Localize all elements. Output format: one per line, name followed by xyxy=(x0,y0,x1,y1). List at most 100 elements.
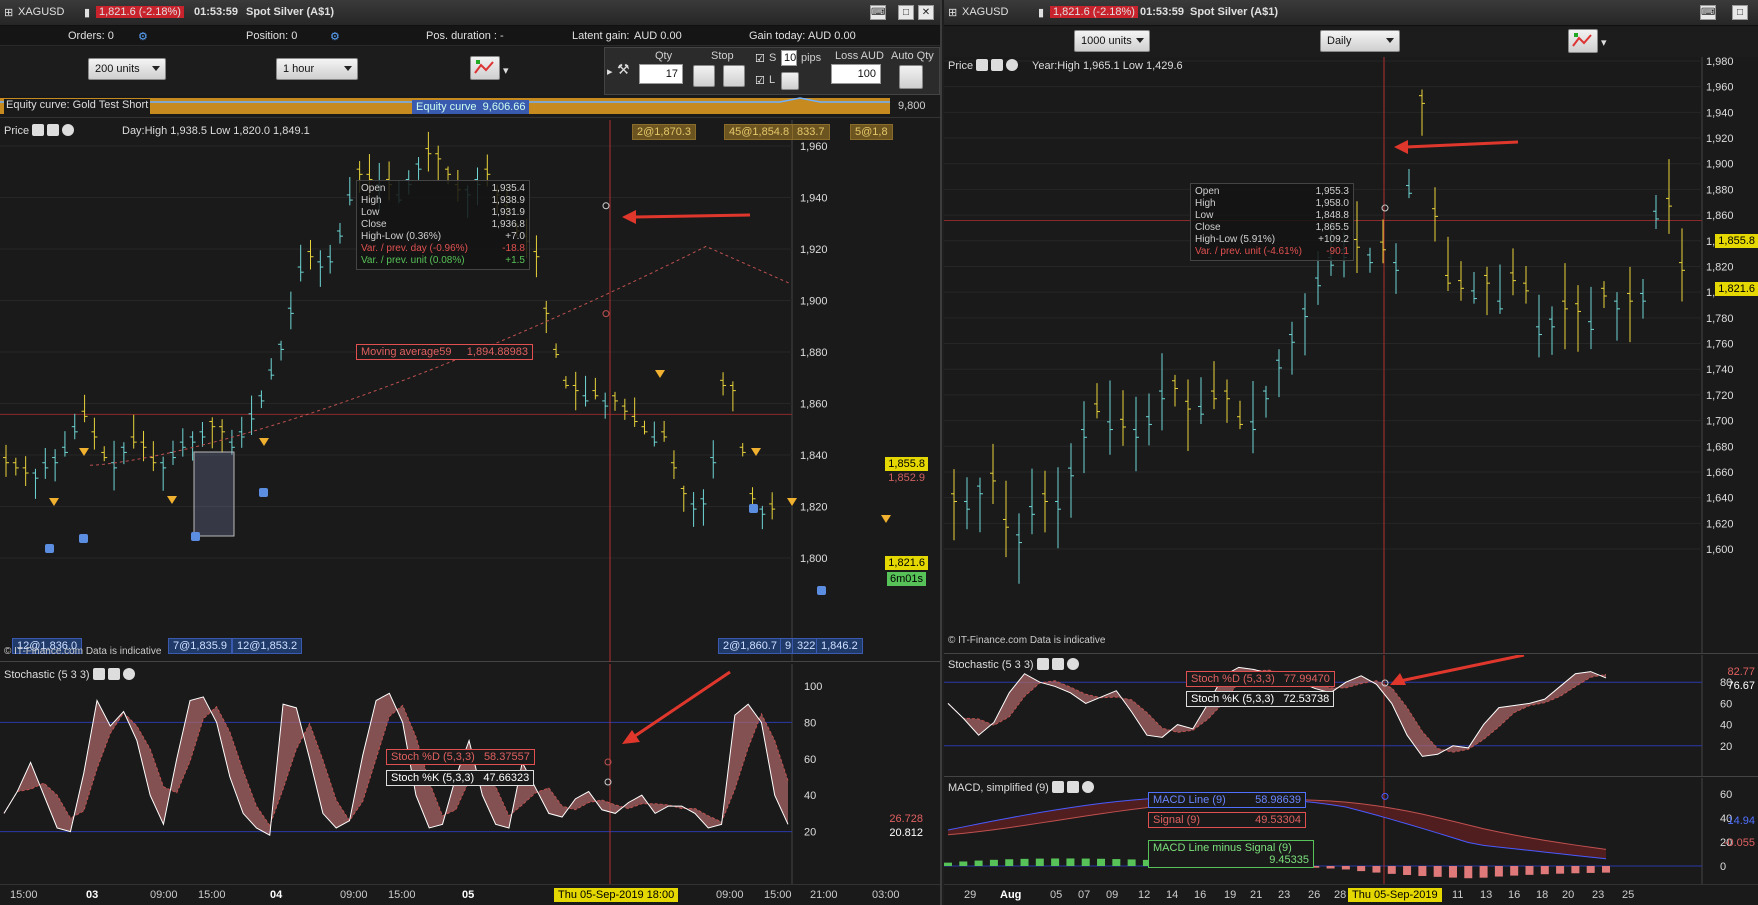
wrench-icon[interactable] xyxy=(1036,658,1049,670)
timeframe-select[interactable]: Daily xyxy=(1320,30,1400,52)
macd-histogram-bar xyxy=(1403,866,1412,875)
chart-menu-icon[interactable]: ⊞ xyxy=(948,6,957,19)
tooltip-val: 1,935.4 xyxy=(491,183,525,194)
macd-line-value: 58.98639 xyxy=(1255,794,1301,806)
window-icon[interactable] xyxy=(1066,781,1079,793)
trade-tag[interactable]: 2@1,860.7 xyxy=(718,638,782,654)
order-expand-icon[interactable]: ▸ xyxy=(607,65,613,78)
macd-histogram-bar xyxy=(1035,858,1044,866)
macd-histogram-bar xyxy=(1448,866,1457,878)
window-icon[interactable] xyxy=(107,668,120,680)
pips-input[interactable]: 10 xyxy=(781,50,797,66)
left-chart-window: ⊞ XAGUSD ▮ 1,821.6 (-2.18%) 01:53:59 Spo… xyxy=(0,0,942,905)
info-icon[interactable]: ▮ xyxy=(84,6,90,19)
wrench-icon[interactable] xyxy=(1051,781,1064,793)
price-tick: 1,620 xyxy=(1706,518,1734,530)
macd-histogram-bar xyxy=(1540,866,1549,875)
units-select-value: 1000 units xyxy=(1081,35,1132,47)
units-select[interactable]: 200 units xyxy=(88,58,166,80)
buy-marker xyxy=(259,488,268,497)
position-label: Position: 0 xyxy=(246,30,298,42)
window-icon[interactable] xyxy=(47,124,60,136)
close-panel-icon[interactable] xyxy=(1006,59,1019,71)
macd-histogram-bar xyxy=(1066,858,1075,866)
stoch-d-text: Stoch %D (5,3,3) xyxy=(1191,673,1275,685)
auto-qty-button[interactable] xyxy=(899,65,923,89)
sell-marker xyxy=(881,515,891,523)
change-badge: 1,821.6 (-2.18%) xyxy=(1050,6,1138,18)
macd-histogram-bar xyxy=(1020,858,1029,866)
position-settings-icon[interactable]: ⚙ xyxy=(330,30,340,43)
buy-stop-button[interactable] xyxy=(693,65,715,87)
symbol-label: XAGUSD xyxy=(18,6,65,18)
indicators-button[interactable] xyxy=(1568,29,1598,53)
tooltip-row-green: Var. / prev. unit (0.08%) +1.5 xyxy=(361,255,525,267)
limit-button[interactable] xyxy=(781,72,799,90)
stoch-tick: 20 xyxy=(804,827,816,839)
indicators-dropdown-icon[interactable]: ▾ xyxy=(1601,36,1607,49)
trade-tag[interactable]: 833.7 xyxy=(792,124,830,140)
tooltip-row: Low 1,931.9 xyxy=(361,207,525,219)
stoch-d-tag: 26.728 xyxy=(889,813,923,825)
trade-tag[interactable]: 1,846.2 xyxy=(816,638,863,654)
loss-aud-input[interactable]: 100 xyxy=(831,64,881,84)
selection-box xyxy=(193,451,235,537)
close-panel-icon[interactable] xyxy=(122,668,135,680)
trade-tag[interactable]: 45@1,854.8 xyxy=(724,124,795,140)
price-header-label: Price xyxy=(4,125,30,137)
macd-histogram-bar xyxy=(944,862,952,866)
red-arrow-head xyxy=(622,210,636,224)
close-panel-icon[interactable] xyxy=(62,124,75,136)
macd-hist-label: MACD Line minus Signal (9) 9.45335 xyxy=(1148,840,1314,868)
window-icon[interactable] xyxy=(991,59,1004,71)
keyboard-icon[interactable]: ⌨ xyxy=(1700,5,1716,20)
ma-value: 1,894.88983 xyxy=(466,346,528,358)
wrench-icon[interactable] xyxy=(32,124,45,136)
qty-input[interactable]: 17 xyxy=(639,64,683,84)
close-panel-icon[interactable] xyxy=(1066,658,1079,670)
price-tick: 1,860 xyxy=(1706,210,1734,222)
time-tick: 09:00 xyxy=(150,889,178,901)
sell-stop-button[interactable] xyxy=(723,65,745,87)
time-tick: 11 xyxy=(1452,889,1464,901)
price-tick: 1,800 xyxy=(800,553,828,565)
change-badge: 1,821.6 (-2.18%) xyxy=(96,6,184,18)
tooltip-val: 1,865.5 xyxy=(1315,222,1349,233)
wrench-icon[interactable] xyxy=(92,668,105,680)
close-panel-icon[interactable] xyxy=(1081,781,1094,793)
tooltip-key: High-Low (0.36%) xyxy=(361,231,442,242)
time-tick: 16 xyxy=(1508,889,1521,901)
wrench-icon[interactable] xyxy=(976,59,989,71)
maximize-icon[interactable]: □ xyxy=(1732,5,1748,20)
keyboard-icon[interactable]: ⌨ xyxy=(870,5,886,20)
close-icon[interactable]: ✕ xyxy=(918,5,934,20)
s-checkbox[interactable]: ☑ xyxy=(755,52,765,65)
l-checkbox[interactable]: ☑ xyxy=(755,74,765,87)
indicators-dropdown-icon[interactable]: ▾ xyxy=(503,64,509,77)
maximize-icon[interactable]: □ xyxy=(898,5,914,20)
price-tick: 1,940 xyxy=(800,193,828,205)
ma-price-tag: 1,852.9 xyxy=(888,472,925,484)
chart-menu-icon[interactable]: ⊞ xyxy=(4,6,13,19)
units-select[interactable]: 1000 units xyxy=(1074,30,1150,52)
price-tick: 1,640 xyxy=(1706,493,1734,505)
cursor-dot xyxy=(602,202,610,210)
equity-panel: Equity curve: Gold Test Short Equity cur… xyxy=(0,96,940,118)
stop-label: Stop xyxy=(711,50,734,62)
equity-axis-tick: 9,800 xyxy=(898,100,926,112)
trade-tag[interactable]: 7@1,835.9 xyxy=(168,638,232,654)
trade-tag[interactable]: 2@1,870.3 xyxy=(632,124,696,140)
trade-tag[interactable]: 5@1,8 xyxy=(850,124,893,140)
orders-settings-icon[interactable]: ⚙ xyxy=(138,30,148,43)
stoch-k-value: 72.53738 xyxy=(1283,693,1330,705)
red-arrow-line xyxy=(1399,655,1525,683)
clock-label: 01:53:59 xyxy=(194,6,239,18)
trade-tag[interactable]: 12@1,853.2 xyxy=(232,638,303,654)
timeframe-select[interactable]: 1 hour xyxy=(276,58,358,80)
wrench-icon[interactable]: ⚒ xyxy=(617,61,630,78)
macd-histogram-bar xyxy=(974,860,983,866)
indicators-button[interactable] xyxy=(470,56,500,80)
window-icon[interactable] xyxy=(1051,658,1064,670)
macd-histogram-bar xyxy=(1372,866,1381,873)
info-icon[interactable]: ▮ xyxy=(1038,6,1044,19)
